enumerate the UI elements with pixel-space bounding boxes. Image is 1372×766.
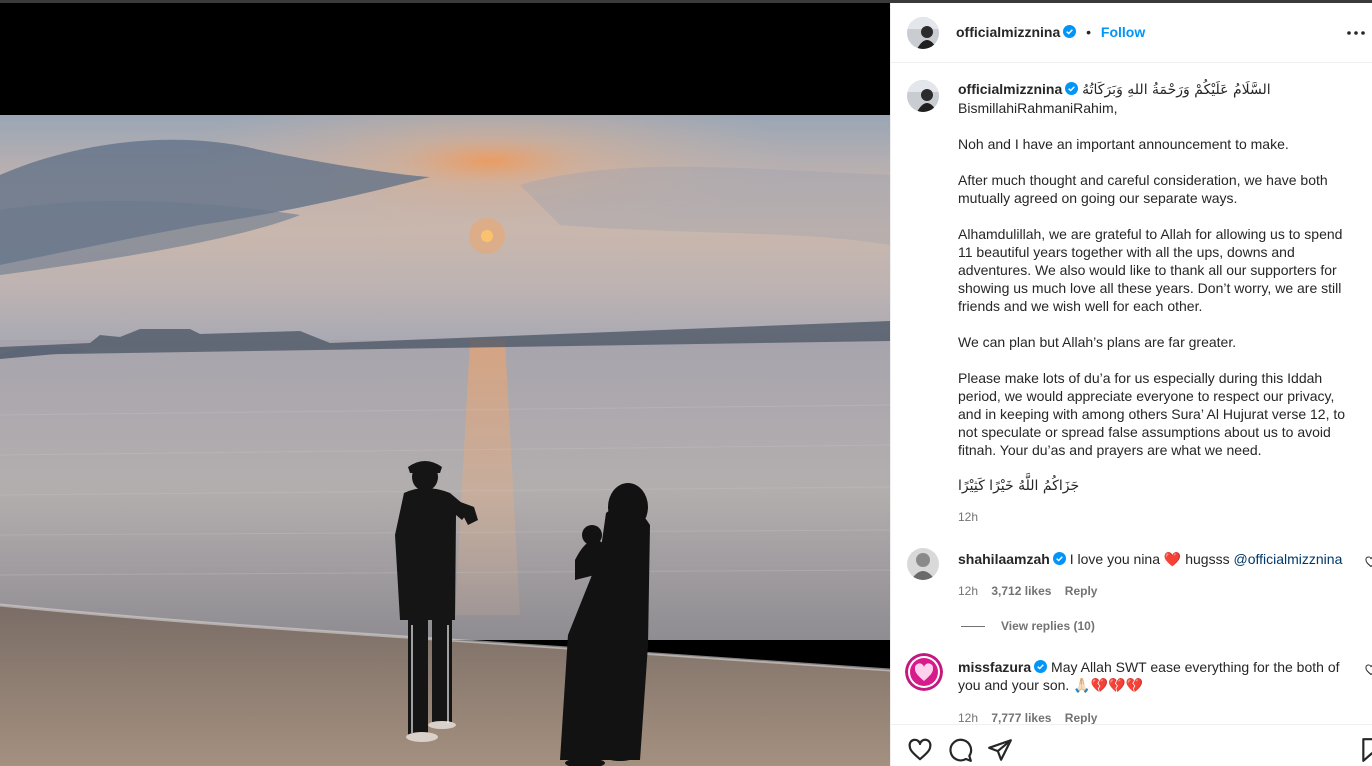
commenter-avatar[interactable] <box>905 653 943 691</box>
caption-line: Noh and I have an important announcement… <box>958 136 1289 152</box>
post-actions-bar <box>891 724 1372 766</box>
comment-timestamp[interactable]: 12h <box>958 711 978 724</box>
replies-divider <box>961 626 985 628</box>
caption-line: After much thought and careful considera… <box>958 172 1332 206</box>
comment-timestamp[interactable]: 12h <box>958 584 978 598</box>
author-username[interactable]: officialmizznina <box>956 24 1060 40</box>
caption-line: السَّلَامُ عَلَيْكُمْ وَرَحْمَةُ اللهِ و… <box>1082 82 1271 98</box>
view-replies-label: View replies (10) <box>1001 619 1095 633</box>
caption-text: officialmizznina السَّلَامُ عَلَيْكُمْ و… <box>958 80 1353 495</box>
reply-button[interactable]: Reply <box>1065 711 1098 724</box>
comment-likes[interactable]: 7,777 likes <box>991 711 1051 724</box>
post-details-panel: officialmizznina • Follow officialmizzni… <box>890 3 1372 766</box>
more-options-icon[interactable] <box>1345 23 1367 43</box>
post-header: officialmizznina • Follow <box>891 3 1372 63</box>
separator-dot: • <box>1086 24 1092 40</box>
verified-badge-icon <box>1052 552 1066 565</box>
verified-badge-icon <box>1034 660 1048 673</box>
comment-meta: 12h 3,712 likes Reply <box>958 584 1107 598</box>
comment-likes[interactable]: 3,712 likes <box>991 584 1051 598</box>
verified-badge-icon <box>1063 25 1077 38</box>
mention-link[interactable]: @officialmizznina <box>1233 551 1342 567</box>
view-replies-button[interactable]: View replies (10) <box>961 619 1095 633</box>
follow-button[interactable]: Follow <box>1101 24 1145 40</box>
heart-emoji: ❤️ <box>1163 551 1182 567</box>
commenter-avatar[interactable] <box>907 548 939 580</box>
caption-line: جَزَاكُمُ اللَّهُ خَيْرًا كَثِيْرًا <box>958 478 1080 494</box>
caption-line: Alhamdulillah, we are grateful to Allah … <box>958 226 1347 314</box>
commenter-username[interactable]: shahilaamzah <box>958 551 1050 567</box>
caption-timestamp[interactable]: 12h <box>958 510 978 524</box>
comment-icon[interactable] <box>947 737 973 763</box>
post-media[interactable] <box>0 3 890 766</box>
comment-like-icon[interactable] <box>1365 556 1372 568</box>
caption-line: We can plan but Allah’s plans are far gr… <box>958 334 1237 350</box>
comment-like-icon[interactable] <box>1365 664 1372 676</box>
caption-author-username[interactable]: officialmizznina <box>958 81 1062 97</box>
comment-meta: 12h 7,777 likes Reply <box>958 711 1107 724</box>
comment-text: I love you nina <box>1069 551 1161 567</box>
verified-badge-icon <box>1065 82 1079 95</box>
caption-line: Please make lots of du’a for us especial… <box>958 370 1349 458</box>
comment-body: missfazura May Allah SWT ease everything… <box>958 658 1353 694</box>
share-icon[interactable] <box>987 737 1013 763</box>
comments-scroll-area[interactable]: officialmizznina السَّلَامُ عَلَيْكُمْ و… <box>891 64 1372 724</box>
caption-line: BismillahiRahmaniRahim, <box>958 100 1118 116</box>
commenter-username[interactable]: missfazura <box>958 659 1031 675</box>
comment-text: hugsss <box>1185 551 1230 567</box>
reply-button[interactable]: Reply <box>1065 584 1098 598</box>
emoji-sequence: 🙏🏻💔💔💔 <box>1073 677 1143 693</box>
author-avatar[interactable] <box>907 17 939 49</box>
like-icon[interactable] <box>907 737 933 763</box>
post-photo <box>0 115 890 766</box>
comment-body: shahilaamzah I love you nina ❤️ hugsss @… <box>958 550 1353 568</box>
save-icon[interactable] <box>1359 737 1372 763</box>
caption-author-avatar[interactable] <box>907 80 939 112</box>
